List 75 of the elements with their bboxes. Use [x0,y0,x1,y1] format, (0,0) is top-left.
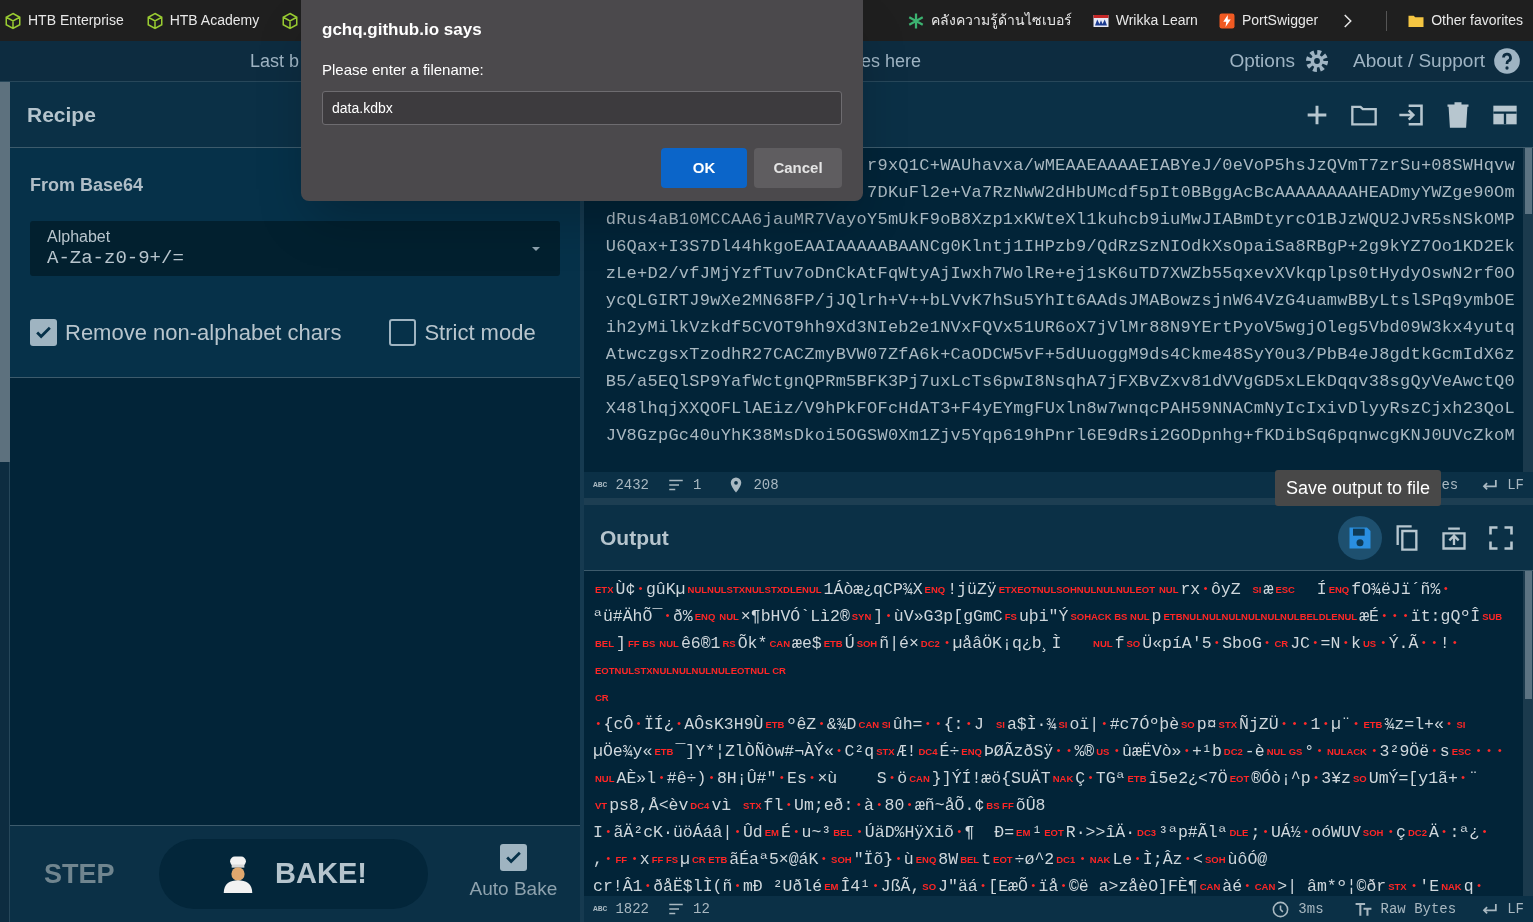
bookmark[interactable]: HTB Academy [145,10,260,31]
input-line: JV8GzpGc40uYhK38MsDkoi5OGSW0Xm1Zjv5Yqp619hPnrl6E9dRsi2GODpnhg+fKDibSq6pqnwcgKNJ0UVcZkoM [605,425,1515,447]
input-line: U6Qax+I3S7Dl44hkgoEAAIAAAAABAANCg0Klntj1IHPzb9/QdRzSzNIOdkXsOpaiSa8RBgP+2g9kYZ7Oo1KD2Ek [605,236,1515,258]
eol-selector[interactable]: LF [1507,898,1524,920]
bookmark[interactable]: คลังความรู้ด้านไซเบอร์ [906,10,1072,31]
encoding-selector[interactable]: Raw Bytes [1380,898,1457,920]
timing-text: 3ms [1298,899,1324,919]
output-line: ªü#ÄhÕ¯•ð%ENQ NUL×¶bHVÓ`Lì2®SYN]•ùV»G3p[gGmC FS uþi"Ý SOHACK BS NUL p ETBNULNULNULNULNULNULBELDLENUL æÉ• • •ït:gQºÎ SUB [593,606,1504,628]
input-line: zLe+D2/vfJMjYzfTuv7oDnCkAtFqWtyAjIwxh7WolRe+ej1sK6uTD7XWZb55qxevXVkqplps0tHydyOswN2rf0O [605,263,1515,285]
step-button[interactable]: STEP [44,853,115,895]
bake-button[interactable]: BAKE! [158,839,428,909]
bookmark[interactable]: HTB Enterprise [4,10,124,31]
input-line: 7DKuFl2e+Va7RzNwW2dHbUMcdf5pIt0BBggAcBcAAAAAAAAHEADmyYWZge90Om [867,182,1515,204]
panel-title: Recipe [27,101,96,128]
line-count: 12 [693,899,710,919]
bookmark[interactable]: PortSwigger [1217,10,1319,31]
cube-icon [145,11,164,30]
bookmark[interactable]: Other favorites [1407,10,1523,31]
checkbox[interactable] [30,319,57,346]
scrollbar-thumb[interactable] [1525,571,1532,699]
position-count: 208 [753,475,779,495]
alphabet-dropdown[interactable]: Alphabet A-Za-z0-9+/= [30,221,560,276]
output-line: CR [594,691,610,706]
output-line: VT ps8,Å<èv DC4 vì STX fl•Um;eð:•à•80•æñ~åÕ.¢BS FF õÛ8 [594,795,1047,817]
dialog-title: gchq.github.io says [322,19,483,41]
clock-icon [1271,899,1291,919]
length-count: 1822 [615,899,649,919]
input-line: AtwczgsxTzodhR27CACZmyBVW07ZfA6k+CaODCW5vF+5dUuoggM9ds4Ckme48SyY0u3/PbB4eJ8gdtkGcmIdX6z [605,344,1515,366]
input-line: dRus4aB10MCCAA6jauMR7VayoY5mUkF9oB8Xzp1xKWteXl1kuhcb9iuMwJIABmDtyrcO1BJzWQU2JvR5sNSkOMP [605,209,1515,231]
input-line: X48lhqjXXQOFLlAEiz/V9hPkFOFcHdAT3+F4yEYmgFUxln8w7wnqcPAH59NNACmNyIcIxivDlyyRszCjxh23QoL [605,398,1515,420]
output-line: EOTNULSTXNULNULNULNULEOTNUL CR [594,664,787,679]
save-tooltip: Save output to file [1275,470,1442,506]
status-text: es [1441,475,1459,495]
output-line: µÖe¾y«ETB¯]Y*¦ZlÒÑòw#¬ÀÝ«•C²q STX Æ!DC4 É÷ENQ ÞØÃzðSÿ• •%®US •ûæËVò»•+¹b DC2-è NUL GS°• NULACK •3²9Öë•s ESC • • • [593,741,1504,763]
cube-icon [4,11,22,30]
scrollbar-thumb[interactable] [1525,148,1532,214]
output-line: ETX Ù¢•gûKµ NULNULSTXNULSTXDLENUL 1Áòæ¿qCP¾X ENQ!jüZÿ ETXEOTNULSOHNULNULNULEOT NUL rx•ôyZ SI æ ESC Í ENQ fO¾ëJï´ñ%• [594,579,1450,601]
checkbox[interactable] [389,319,417,346]
input-line: ycQLGIRTJ9wXe2MN68FP/jJQlrh+V++bLVvK7hSu5YhIt6AAdsJMABowzsjnW64VzG4uamwBByLtslSPq9ymbOE [605,290,1515,312]
asterisk-icon [906,11,925,30]
cancel-button[interactable]: Cancel [754,148,842,188]
output-line: cr!Â1•ðåË$lÌ(ñ•mÐ ²Uðlé EM Î4¹•JßÃ,SO J"äá•[EæÕ•ïå•©ë a>zåèO]FÈ¶CAN àé• CAN>| âm*º¦©ðr STX •'E NAK q• [593,876,1484,896]
operation-title: From Base64 [30,174,145,197]
output-line: BEL]FF BS NUL ê6®1 RS Õk*CAN æe$ETB Ú SOH ñ|é×DC2 •µåâÖK¡q¿b¸Ì NUL f SO Ü«píA'5•SboG• CR JC•=N•k US •Ý.Ã• •!• [594,633,1460,655]
input-line: ih2yMilkVzkdf5CVOT9hh9Xd3NIeb2e1NVxFQVx51UR6oX7jVlMr88N9YErtPyoV5wgjOleg5Vbd09W3kx4yutq [605,317,1515,339]
input-line: B5/a5EQlSP9YafWctgnQPRm5BFK3Pj7uxLcTs6pwI8NsqhA7jFXBvZxv81dVVgGD5xLEkDqqv38sgQyVeAwctQ0 [605,371,1515,393]
about-support-link[interactable]: About / Support [1352,46,1521,76]
output-line: I•ãÄ²cK·üöÁáâ|•Ûd EM É•u~³ BEL •ÚäD%HÿXiõ•¶ Ð=EM ¹ EOT R·>>îÄ·DC3 ³ªp#Ãlª DLE;•UÁ½•oóWUV SOH •ç DC2 Ä•:ª¿• [593,822,1489,844]
line-count: 1 [693,475,702,495]
length-count: 2432 [615,475,649,495]
bookmark[interactable]: Wrikka Learn [1091,10,1198,31]
checkbox-label: Remove non-alphabet chars [65,319,342,347]
cube-icon[interactable] [281,11,300,30]
abc-label: ABC [593,903,608,915]
lightning-icon [1217,11,1236,30]
abc-label: ABC [593,479,608,491]
help-icon [1493,47,1521,75]
output-line: •{cÔ•ÏÍ¿•AÔsK3H9Ù ETB ºêZ•&¾D CAN SI ûh=• •{:•J SI a$Ì·¾ SI oï|•#c7Óºþè SO p¤STX ÑjZÜ• • •1•µ¨• ETB ¾z=l+«• SI [594,714,1467,736]
ok-button[interactable]: OK [661,148,747,188]
field-value: A-Za-z0-9+/= [47,245,185,270]
checkbox-label: Auto Bake [469,877,558,902]
panel-title: Output [600,524,669,551]
banner-text: Last b [250,49,300,73]
save-button[interactable] [1338,515,1382,560]
output-line: ,• FF •x FF FS µ CR ETB ãÉaª5×@áK• SOH"Ïõ}•ù ENQ 8W BEL t EOT÷ø^2 DC1 • NAK Le•Ì;Âz•<SOH ùôÓ@ [593,849,1269,871]
output-line: NULAÈ»l•#ê÷)•8H¡Û#"•Es•×ù S•ö CAN}]ÝÍ!æö{SUÄT NAK Ç•TGª ETB î5e2¿<7Ö EOT®Óò¡^p•3¥z SO UmÝ=[y1ã+•¨ [594,768,1480,790]
filename-field[interactable]: data.kdbx [322,91,842,125]
input-line: r9xQ1C+WAUhavxa/wMEAAEAAAAEIABYeJ/0eVoP5hsJzQVmT7zrSu+08SWHqvw [867,155,1515,177]
eol-selector[interactable]: LF [1507,474,1524,496]
dialog-message: Please enter a filename: [322,59,485,80]
maximize-icon [1487,523,1515,552]
checkbox[interactable] [499,844,527,872]
checkbox-label: Strict mode [424,319,536,347]
options-link[interactable]: Options [1229,46,1331,76]
field-label: Alphabet [47,227,112,246]
